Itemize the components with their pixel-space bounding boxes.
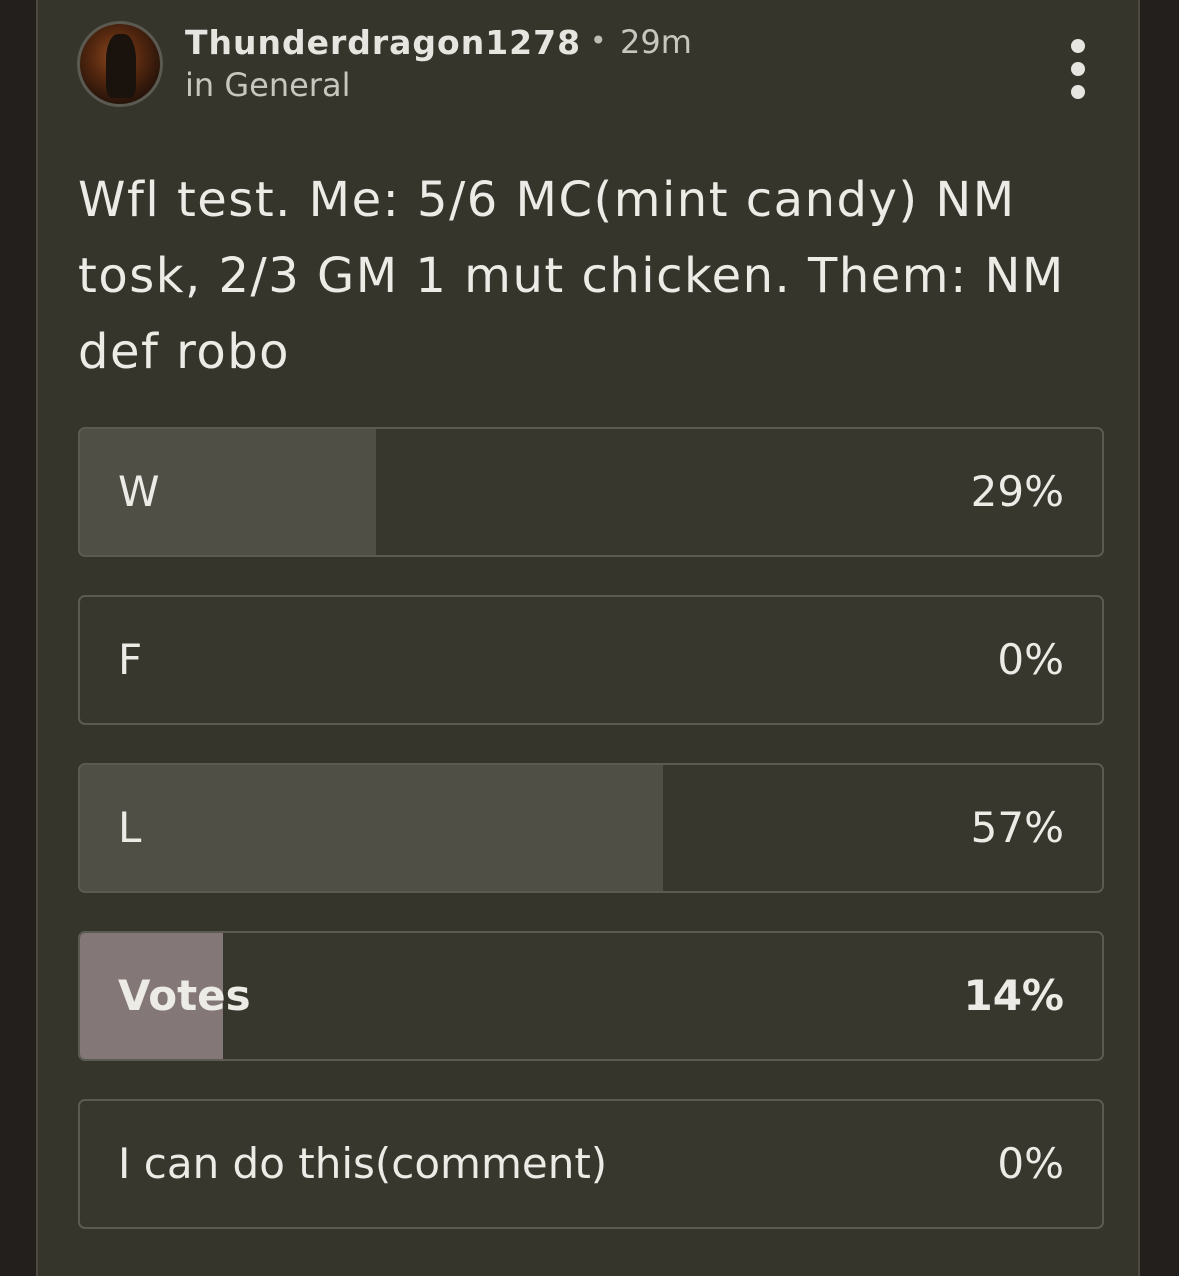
poll-option-comment[interactable]: I can do this(comment) 0% [78,1099,1104,1229]
post-community[interactable]: in General [185,66,350,104]
post-header: Thunderdragon1278 • 29m in General [38,0,1138,116]
poll-option-label: L [118,803,142,852]
post-body-text: Wfl test. Me: 5/6 MC(mint candy) NM tosk… [78,172,1065,380]
poll-option-f[interactable]: F 0% [78,595,1104,725]
author-username[interactable]: Thunderdragon1278 [185,23,581,62]
poll-option-percent: 0% [997,635,1064,684]
post-card: Thunderdragon1278 • 29m in General Wfl t… [36,0,1140,1276]
poll-option-percent: 14% [963,971,1064,1020]
more-dot [1071,62,1085,76]
poll-option-label: I can do this(comment) [118,1139,608,1188]
author-avatar[interactable] [77,21,163,107]
poll-option-l[interactable]: L 57% [78,763,1104,893]
poll-option-label: Votes [118,971,251,1020]
poll-option-votes[interactable]: Votes 14% [78,931,1104,1061]
poll-option-percent: 57% [970,803,1064,852]
poll-option-label: F [118,635,143,684]
poll-option-percent: 29% [970,467,1064,516]
poll-option-fill [80,765,663,891]
poll-option-w[interactable]: W 29% [78,427,1104,557]
more-dot [1071,39,1085,53]
poll-option-percent: 0% [997,1139,1064,1188]
post-timestamp: 29m [620,23,692,61]
poll-option-label: W [118,467,160,516]
avatar-figure [106,34,136,98]
meta-separator: • [590,24,607,57]
more-dot [1071,85,1085,99]
more-options-icon[interactable] [1064,36,1094,99]
